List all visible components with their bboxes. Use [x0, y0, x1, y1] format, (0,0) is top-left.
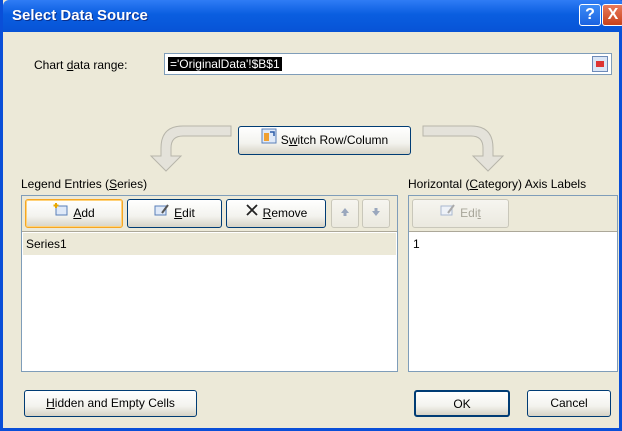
label-part: Edi — [460, 206, 478, 220]
help-button[interactable]: ? — [579, 4, 601, 26]
collapse-dialog-icon[interactable] — [592, 56, 608, 72]
access-key: t — [477, 206, 481, 220]
label-part: S — [280, 133, 289, 147]
ok-label: OK — [453, 397, 471, 411]
label-part: eries) — [117, 177, 148, 191]
remove-x-icon — [245, 200, 259, 227]
access-key: H — [46, 396, 55, 410]
edit-series-button[interactable]: Edit — [127, 199, 222, 228]
hidden-and-empty-cells-button[interactable]: Hidden and Empty Cells — [24, 390, 197, 417]
add-series-icon — [53, 200, 69, 227]
cancel-button[interactable]: Cancel — [527, 390, 611, 417]
label-part: ategory) Axis Labels — [478, 177, 587, 191]
label-part: dit — [182, 206, 195, 220]
switch-row-column-button[interactable]: Switch Row/Column — [238, 126, 411, 155]
access-key: C — [469, 177, 479, 191]
label-part: dd — [81, 206, 95, 220]
label-part: Horizontal ( — [408, 177, 470, 191]
move-down-icon — [371, 206, 381, 220]
left-curved-arrow-icon — [149, 125, 232, 172]
label-part: emove — [271, 206, 308, 220]
title-bar[interactable]: Select Data Source ? X — [3, 0, 622, 32]
legend-list-item[interactable]: Series1 — [23, 233, 396, 255]
move-down-button[interactable] — [362, 199, 390, 228]
dialog-title: Select Data Source — [12, 7, 148, 24]
axis-list-item[interactable]: 1 — [410, 233, 616, 255]
switch-row-column-icon — [261, 127, 277, 154]
access-key: R — [262, 206, 272, 220]
close-icon: X — [607, 6, 619, 23]
move-up-icon — [340, 206, 350, 220]
edit-icon — [154, 200, 170, 227]
move-up-button[interactable] — [331, 199, 359, 228]
right-curved-arrow-icon — [422, 125, 505, 172]
legend-entries-label: Legend Entries (Series) — [21, 177, 147, 191]
access-key: E — [174, 206, 183, 220]
edit-icon — [440, 200, 456, 227]
edit-axis-labels-button[interactable]: Edit — [412, 199, 509, 228]
access-key: S — [109, 177, 118, 191]
axis-toolbar: Edit — [409, 196, 617, 232]
legend-toolbar: Add Edit Remove — [22, 196, 397, 232]
label-part: itch Row/Column — [297, 133, 389, 147]
ok-button[interactable]: OK — [414, 390, 510, 417]
axis-labels-panel: Edit 1 — [408, 195, 618, 372]
cancel-label: Cancel — [550, 396, 588, 410]
label-part: ata range: — [73, 58, 128, 72]
select-data-source-dialog: Select Data Source ? X Chart data range:… — [0, 0, 622, 431]
close-button[interactable]: X — [602, 4, 622, 26]
legend-entries-panel: Add Edit Remove Series1 — [21, 195, 398, 372]
label-part: Chart — [34, 58, 67, 72]
axis-labels-label: Horizontal (Category) Axis Labels — [408, 177, 586, 191]
remove-series-button[interactable]: Remove — [226, 199, 326, 228]
label-part: Legend Entries ( — [21, 177, 110, 191]
chart-data-range-label: Chart data range: — [34, 58, 127, 72]
label-part: idden and Empty Cells — [54, 396, 175, 410]
add-series-button[interactable]: Add — [25, 199, 123, 228]
help-icon: ? — [585, 6, 595, 23]
chart-data-range-input[interactable]: ='OriginalData'!$B$1 — [164, 53, 612, 75]
chart-data-range-value[interactable]: ='OriginalData'!$B$1 — [168, 57, 282, 71]
